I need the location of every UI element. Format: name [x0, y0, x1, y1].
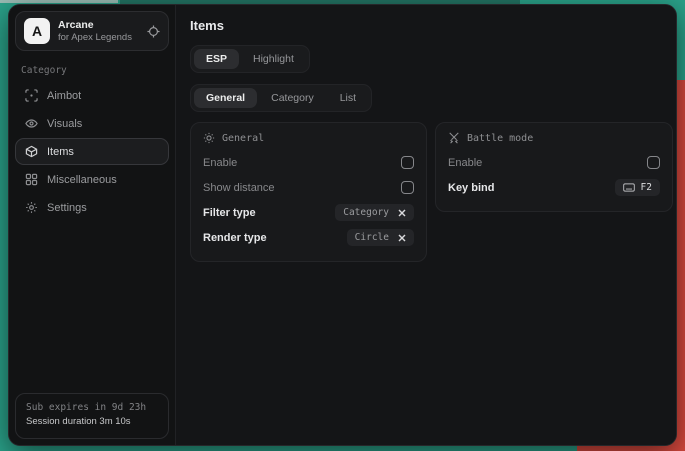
- brand-card: A Arcane for Apex Legends: [15, 11, 169, 51]
- setting-row: Enable: [448, 150, 660, 175]
- brand-name: Arcane: [58, 19, 139, 32]
- setting-label: Render type: [203, 232, 267, 244]
- target-icon[interactable]: [147, 25, 160, 38]
- brand-logo: A: [24, 18, 50, 44]
- show-distance-checkbox[interactable]: [401, 181, 414, 194]
- swords-icon: [448, 132, 460, 144]
- tab-highlight[interactable]: Highlight: [241, 49, 306, 69]
- panel-title: Battle mode: [467, 133, 533, 144]
- render-type-chip[interactable]: Circle: [347, 229, 414, 246]
- battle-mode-panel: Battle mode Enable Key bind: [435, 122, 673, 212]
- setting-row: Filter type Category: [203, 200, 414, 225]
- subscription-box: Sub expires in 9d 23h Session duration 3…: [15, 393, 169, 439]
- view-tabs: General Category List: [190, 84, 372, 112]
- grid-icon: [24, 173, 38, 186]
- mode-tabs: ESP Highlight: [190, 45, 310, 73]
- sidebar-item-label: Miscellaneous: [47, 174, 117, 186]
- setting-label: Key bind: [448, 182, 494, 194]
- package-icon: [24, 145, 38, 158]
- setting-label: Enable: [203, 157, 237, 169]
- close-icon[interactable]: [398, 209, 406, 217]
- setting-row: Key bind F2: [448, 175, 660, 200]
- sidebar-item-label: Visuals: [47, 118, 82, 130]
- tab-esp[interactable]: ESP: [194, 49, 239, 69]
- chip-value: Circle: [355, 232, 389, 243]
- category-label: Category: [15, 61, 169, 82]
- sidebar-item-label: Aimbot: [47, 90, 81, 102]
- panel-title: General: [222, 133, 264, 144]
- setting-row: Show distance: [203, 175, 414, 200]
- sub-expires-text: Sub expires in 9d 23h: [26, 401, 158, 416]
- filter-type-chip[interactable]: Category: [335, 204, 414, 221]
- close-icon[interactable]: [398, 234, 406, 242]
- page-title: Items: [190, 18, 673, 33]
- general-panel: General Enable Show distance Filter type…: [190, 122, 427, 262]
- desktop-highlight: [0, 0, 118, 3]
- brand-subtitle: for Apex Legends: [58, 32, 139, 44]
- setting-label: Show distance: [203, 182, 275, 194]
- setting-label: Enable: [448, 157, 482, 169]
- sun-icon: [203, 132, 215, 144]
- sidebar-item-visuals[interactable]: Visuals: [15, 110, 169, 137]
- session-duration-text: Session duration 3m 10s: [26, 415, 158, 430]
- tab-list[interactable]: List: [328, 88, 368, 108]
- setting-row: Render type Circle: [203, 225, 414, 250]
- battle-enable-checkbox[interactable]: [647, 156, 660, 169]
- keyboard-icon: [623, 183, 635, 192]
- keybind-value: F2: [641, 182, 652, 193]
- enable-checkbox[interactable]: [401, 156, 414, 169]
- setting-label: Filter type: [203, 207, 256, 219]
- setting-row: Enable: [203, 150, 414, 175]
- sidebar-item-label: Settings: [47, 202, 87, 214]
- crosshair-icon: [24, 89, 38, 102]
- eye-icon: [24, 117, 38, 130]
- keybind-button[interactable]: F2: [615, 179, 660, 196]
- sidebar: A Arcane for Apex Legends Category: [9, 5, 176, 445]
- app-window: A Arcane for Apex Legends Category: [8, 4, 677, 446]
- gear-icon: [24, 201, 38, 214]
- sidebar-item-items[interactable]: Items: [15, 138, 169, 165]
- sidebar-nav: Aimbot Visuals Items: [15, 82, 169, 221]
- chip-value: Category: [343, 207, 389, 218]
- main-content: Items ESP Highlight General Category Lis…: [176, 5, 677, 445]
- tab-category[interactable]: Category: [259, 88, 326, 108]
- sidebar-item-miscellaneous[interactable]: Miscellaneous: [15, 166, 169, 193]
- sidebar-item-aimbot[interactable]: Aimbot: [15, 82, 169, 109]
- sidebar-item-label: Items: [47, 146, 74, 158]
- sidebar-item-settings[interactable]: Settings: [15, 194, 169, 221]
- tab-general[interactable]: General: [194, 88, 257, 108]
- settings-cards: General Enable Show distance Filter type…: [190, 122, 673, 262]
